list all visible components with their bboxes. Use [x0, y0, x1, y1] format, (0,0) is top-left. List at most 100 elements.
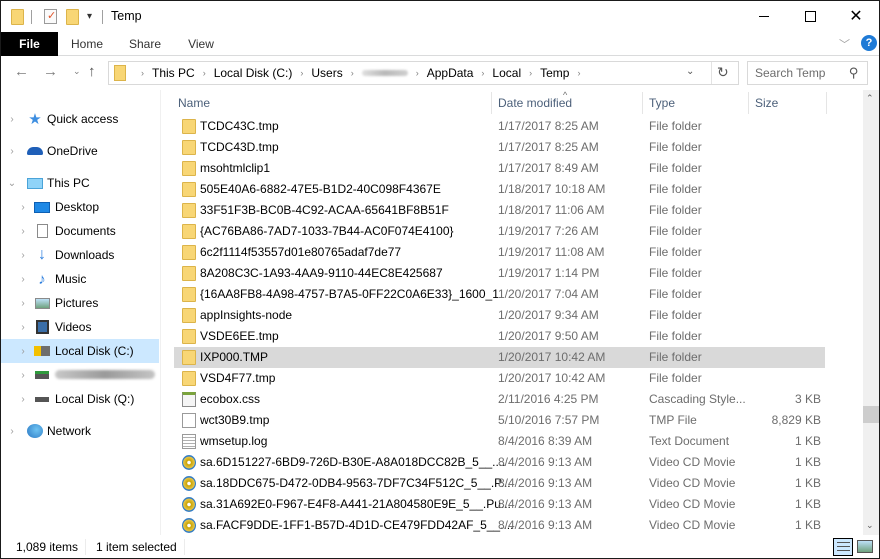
- column-divider[interactable]: [642, 92, 643, 114]
- sidebar-item-local-disk-q[interactable]: › Local Disk (Q:): [1, 387, 159, 411]
- vertical-scrollbar[interactable]: ⌃ ⌄: [863, 90, 879, 535]
- breadcrumb-users[interactable]: Users: [311, 66, 342, 80]
- search-input[interactable]: Search Temp ⚲: [747, 61, 868, 85]
- chevron-right-icon[interactable]: ›: [7, 426, 17, 437]
- file-row[interactable]: 6c2f1114f53557d01e80765adaf7de77 1/19/201…: [174, 242, 825, 263]
- column-header-size[interactable]: Size: [755, 90, 778, 116]
- scroll-down-icon[interactable]: ⌄: [866, 520, 874, 531]
- sidebar-item-desktop[interactable]: › Desktop: [1, 195, 159, 219]
- file-row[interactable]: 33F51F3B-BC0B-4C92-ACAA-65641BF8B51F 1/18…: [174, 200, 825, 221]
- file-row[interactable]: 8A208C3C-1A93-4AA9-9110-44EC8E425687 1/19…: [174, 263, 825, 284]
- file-row[interactable]: sa.18DDC675-D472-0DB4-9563-7DF7C34F512C_…: [174, 473, 825, 494]
- large-icons-view-icon[interactable]: [857, 540, 873, 553]
- file-row[interactable]: ecobox.css 2/11/2016 4:25 PM Cascading Sty…: [174, 389, 825, 410]
- chevron-right-icon[interactable]: ›: [18, 346, 28, 357]
- sidebar-item-documents[interactable]: › Documents: [1, 219, 159, 243]
- breadcrumb-separator-icon[interactable]: ›: [577, 68, 580, 78]
- file-row[interactable]: IXP000.TMP 1/20/2017 10:42 AM File folder: [174, 347, 825, 368]
- breadcrumb-local[interactable]: Local: [492, 66, 521, 80]
- breadcrumb-separator-icon[interactable]: ›: [481, 68, 484, 78]
- file-row[interactable]: sa.31A692E0-F967-E4F8-A441-21A804580E9E_…: [174, 494, 825, 515]
- breadcrumb-redacted-user[interactable]: [361, 70, 408, 76]
- minimize-button[interactable]: [741, 1, 787, 32]
- up-arrow-icon[interactable]: ↑: [88, 63, 96, 80]
- breadcrumb-temp[interactable]: Temp: [540, 66, 569, 80]
- chevron-right-icon[interactable]: ›: [18, 274, 28, 285]
- chevron-right-icon[interactable]: ›: [7, 146, 17, 157]
- navigation-pane: › ★ Quick access › OneDrive ⌄ This PC › …: [1, 90, 161, 535]
- file-row[interactable]: TCDC43C.tmp 1/17/2017 8:25 AM File folder: [174, 116, 825, 137]
- file-row[interactable]: {16AA8FB8-4A98-4757-B7A5-0FF22C0A6E33}_1…: [174, 284, 825, 305]
- file-row[interactable]: wct30B9.tmp 5/10/2016 7:57 PM TMP File 8,82…: [174, 410, 825, 431]
- file-row[interactable]: wmsetup.log 8/4/2016 8:39 AM Text Document…: [174, 431, 825, 452]
- sidebar-item-quick-access[interactable]: › ★ Quick access: [1, 107, 159, 131]
- address-history-chevron-icon[interactable]: ⌄: [686, 66, 694, 77]
- breadcrumb-separator-icon[interactable]: ›: [529, 68, 532, 78]
- sidebar-item-redacted-drive[interactable]: ›: [1, 363, 159, 387]
- breadcrumb-separator-icon[interactable]: ›: [141, 68, 144, 78]
- column-header-type[interactable]: Type: [649, 90, 675, 116]
- file-row[interactable]: sa.6D151227-6BD9-726D-B30E-A8A018DCC82B_…: [174, 452, 825, 473]
- file-row[interactable]: VSDE6EE.tmp 1/20/2017 9:50 AM File folder: [174, 326, 825, 347]
- help-icon[interactable]: ?: [861, 35, 877, 51]
- breadcrumb: › This PC › Local Disk (C:) › Users › › …: [133, 62, 588, 84]
- divider: [184, 539, 185, 555]
- music-icon: ♪: [38, 270, 46, 288]
- column-divider[interactable]: [491, 92, 492, 114]
- sidebar-item-downloads[interactable]: › ↓ Downloads: [1, 243, 159, 267]
- recent-locations-chevron-icon[interactable]: ⌄: [73, 66, 81, 77]
- file-row[interactable]: 505E40A6-6882-47E5-B1D2-40C098F4367E 1/18…: [174, 179, 825, 200]
- tab-share[interactable]: Share: [121, 32, 169, 56]
- file-row[interactable]: msohtmlclip1 1/17/2017 8:49 AM File folder: [174, 158, 825, 179]
- chevron-right-icon[interactable]: ›: [18, 370, 28, 381]
- breadcrumb-appdata[interactable]: AppData: [427, 66, 474, 80]
- tab-home[interactable]: Home: [61, 32, 113, 56]
- breadcrumb-separator-icon[interactable]: ›: [203, 68, 206, 78]
- chevron-right-icon[interactable]: ›: [18, 322, 28, 333]
- sidebar-item-onedrive[interactable]: › OneDrive: [1, 139, 159, 163]
- column-divider[interactable]: [826, 92, 827, 114]
- breadcrumb-separator-icon[interactable]: ›: [300, 68, 303, 78]
- scroll-up-icon[interactable]: ⌃: [866, 93, 874, 104]
- file-row[interactable]: sa.FACF9DDE-1FF1-B57D-4D1D-CE479FDD42AF_…: [174, 515, 825, 535]
- file-row[interactable]: {AC76BA86-7AD7-1033-7B44-AC0F074E4100} 1/…: [174, 221, 825, 242]
- forward-arrow-icon[interactable]: →: [43, 63, 58, 80]
- file-row[interactable]: appInsights-node 1/20/2017 9:34 AM File fo…: [174, 305, 825, 326]
- address-bar[interactable]: › This PC › Local Disk (C:) › Users › › …: [108, 61, 739, 85]
- sidebar-item-videos[interactable]: › Videos: [1, 315, 159, 339]
- file-row[interactable]: VSD4F77.tmp 1/20/2017 10:42 AM File folder: [174, 368, 825, 389]
- chevron-right-icon[interactable]: ›: [18, 298, 28, 309]
- chevron-right-icon[interactable]: ›: [18, 394, 28, 405]
- column-header-date-modified[interactable]: Date modified: [498, 90, 572, 116]
- sidebar-item-pictures[interactable]: › Pictures: [1, 291, 159, 315]
- chevron-right-icon[interactable]: ›: [18, 226, 28, 237]
- column-header-name[interactable]: Name: [178, 90, 210, 116]
- close-button[interactable]: ✕: [833, 1, 879, 32]
- expand-ribbon-icon[interactable]: ﹀: [839, 36, 850, 52]
- tab-file[interactable]: File: [1, 32, 58, 56]
- new-folder-icon[interactable]: [66, 9, 79, 25]
- breadcrumb-this-pc[interactable]: This PC: [152, 66, 195, 80]
- sidebar-item-music[interactable]: › ♪ Music: [1, 267, 159, 291]
- breadcrumb-separator-icon[interactable]: ›: [351, 68, 354, 78]
- breadcrumb-local-disk[interactable]: Local Disk (C:): [214, 66, 293, 80]
- maximize-button[interactable]: [787, 1, 833, 32]
- sidebar-item-network[interactable]: › Network: [1, 419, 159, 443]
- chevron-right-icon[interactable]: ›: [18, 202, 28, 213]
- back-arrow-icon[interactable]: ←: [14, 63, 29, 80]
- tab-view[interactable]: View: [179, 32, 223, 56]
- details-view-icon[interactable]: [833, 538, 853, 556]
- file-name: TCDC43D.tmp: [200, 140, 279, 154]
- column-divider[interactable]: [748, 92, 749, 114]
- customize-quick-access-icon[interactable]: ▾: [87, 11, 92, 22]
- refresh-icon[interactable]: ↻: [717, 64, 729, 81]
- sidebar-item-this-pc[interactable]: ⌄ This PC: [1, 171, 159, 195]
- chevron-down-icon[interactable]: ⌄: [7, 178, 17, 189]
- chevron-right-icon[interactable]: ›: [18, 250, 28, 261]
- chevron-right-icon[interactable]: ›: [7, 114, 17, 125]
- properties-icon[interactable]: [44, 9, 57, 24]
- breadcrumb-separator-icon[interactable]: ›: [416, 68, 419, 78]
- scrollbar-thumb[interactable]: [863, 406, 879, 423]
- sidebar-item-local-disk-c[interactable]: › Local Disk (C:): [1, 339, 159, 363]
- file-row[interactable]: TCDC43D.tmp 1/17/2017 8:25 AM File folder: [174, 137, 825, 158]
